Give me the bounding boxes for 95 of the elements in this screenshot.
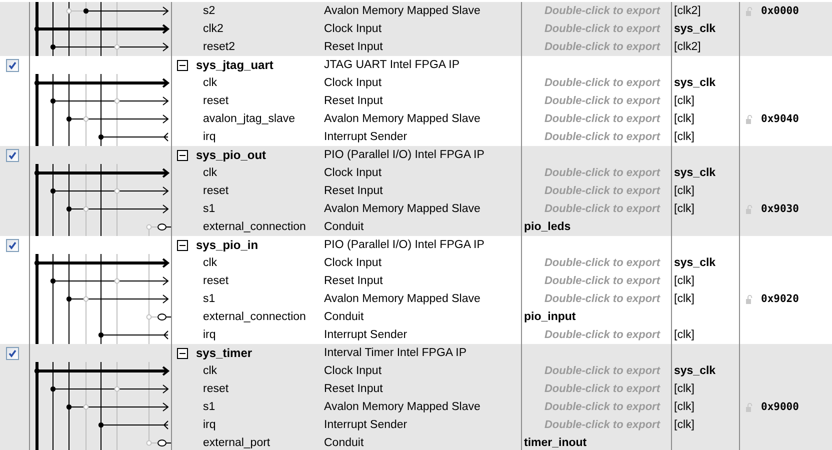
description: Clock Input (324, 23, 382, 35)
port-name: reset (203, 95, 229, 107)
enable-checkbox[interactable] (6, 148, 19, 162)
collapse-icon[interactable] (177, 348, 188, 358)
description: Avalon Memory Mapped Slave (324, 203, 480, 215)
enable-checkbox[interactable] (6, 238, 19, 252)
port-name: irq (203, 419, 216, 431)
port-name: irq (203, 329, 216, 341)
module-name: sys_timer (196, 346, 252, 360)
enable-checkbox[interactable] (6, 346, 19, 360)
table-row[interactable]: irq Interrupt Sender Double-click to export [clk] (0, 416, 832, 434)
table-row[interactable]: clk Clock Input Double-click to export sys_clk (0, 362, 832, 380)
description: Avalon Memory Mapped Slave (324, 293, 480, 305)
port-name: s1 (203, 401, 216, 413)
module-name: sys_pio_in (196, 238, 258, 252)
table-row[interactable]: sys_pio_out PIO (Parallel I/O) Intel FPGA IP (0, 146, 832, 164)
clock-name: sys_clk (674, 77, 716, 89)
table-row[interactable]: external_connection Conduit pio_leds (0, 218, 832, 236)
port-name: external_connection (203, 221, 306, 233)
clock-name: sys_clk (674, 23, 716, 35)
description: Reset Input (324, 95, 383, 107)
description: Clock Input (324, 257, 382, 269)
collapse-icon[interactable] (177, 150, 188, 160)
port-name: reset (203, 185, 229, 197)
description: Clock Input (324, 77, 382, 89)
port-name: clk (203, 365, 218, 377)
clock-name: [clk2] (674, 5, 701, 17)
description: Interval Timer Intel FPGA IP (324, 347, 467, 359)
clock-name: [clk] (674, 113, 694, 125)
port-name: avalon_jtag_slave (203, 113, 296, 125)
enable-checkbox[interactable] (6, 58, 19, 72)
collapse-icon[interactable] (177, 60, 188, 70)
clock-name: [clk2] (674, 41, 701, 53)
export-name[interactable]: pio_input (524, 311, 576, 323)
port-name: external_connection (203, 311, 306, 323)
port-name: clk2 (203, 23, 224, 35)
port-name: reset2 (203, 41, 235, 53)
base-address: 0x0000 (761, 5, 799, 17)
description: Clock Input (324, 365, 382, 377)
clock-name: [clk] (674, 419, 694, 431)
clock-name: [clk] (674, 401, 694, 413)
port-name: clk (203, 257, 218, 269)
description: Reset Input (324, 383, 383, 395)
description: Interrupt Sender (324, 419, 408, 431)
port-name: reset (203, 383, 229, 395)
clock-name: [clk] (674, 293, 694, 305)
table-row[interactable]: clk Clock Input Double-click to export sys_clk (0, 164, 832, 182)
table-row[interactable]: reset Reset Input Double-click to export [clk] (0, 182, 832, 200)
clock-name: [clk] (674, 95, 694, 107)
export-name[interactable]: pio_leds (524, 221, 571, 233)
description: Avalon Memory Mapped Slave (324, 113, 480, 125)
description: Conduit (324, 221, 364, 233)
table-row[interactable]: reset2 Reset Input Double-click to export [clk2] (0, 38, 832, 56)
port-name: s1 (203, 293, 216, 305)
clock-name: sys_clk (674, 257, 716, 269)
clock-name: [clk] (674, 329, 694, 341)
base-address: 0x9040 (761, 113, 799, 125)
clock-name: [clk] (674, 275, 694, 287)
table-row[interactable]: sys_timer Interval Timer Intel FPGA IP (0, 344, 832, 362)
table-row[interactable]: reset Reset Input Double-click to export [clk] (0, 380, 832, 398)
description: Interrupt Sender (324, 329, 408, 341)
description: Avalon Memory Mapped Slave (324, 5, 480, 17)
port-name: clk (203, 77, 218, 89)
clock-name: [clk] (674, 131, 694, 143)
description: Avalon Memory Mapped Slave (324, 401, 480, 413)
clock-name: [clk] (674, 203, 694, 215)
clock-name: sys_clk (674, 167, 716, 179)
description: PIO (Parallel I/O) Intel FPGA IP (324, 149, 484, 161)
description: Reset Input (324, 185, 383, 197)
description: Reset Input (324, 275, 383, 287)
description: Interrupt Sender (324, 131, 408, 143)
description: Reset Input (324, 41, 383, 53)
table-row[interactable]: external_port Conduit timer_inout (0, 434, 832, 450)
table-row[interactable]: clk2 Clock Input Double-click to export sys_clk (0, 20, 832, 38)
collapse-icon[interactable] (177, 240, 188, 250)
clock-name: [clk] (674, 383, 694, 395)
base-address: 0x9020 (761, 293, 799, 305)
port-name: irq (203, 131, 216, 143)
port-name: clk (203, 167, 218, 179)
description: PIO (Parallel I/O) Intel FPGA IP (324, 239, 484, 251)
port-name: s1 (203, 203, 216, 215)
description: Conduit (324, 437, 364, 449)
base-address: 0x9030 (761, 203, 799, 215)
base-address: 0x9000 (761, 401, 799, 413)
description: Conduit (324, 311, 364, 323)
clock-name: sys_clk (674, 365, 716, 377)
module-name: sys_pio_out (196, 148, 266, 162)
clock-name: [clk] (674, 185, 694, 197)
export-name[interactable]: timer_inout (524, 437, 587, 449)
port-name: reset (203, 275, 229, 287)
port-name: s2 (203, 5, 216, 17)
module-name: sys_jtag_uart (196, 58, 274, 72)
port-name: external_port (203, 437, 270, 449)
description: Clock Input (324, 167, 382, 179)
description: JTAG UART Intel FPGA IP (324, 59, 460, 71)
